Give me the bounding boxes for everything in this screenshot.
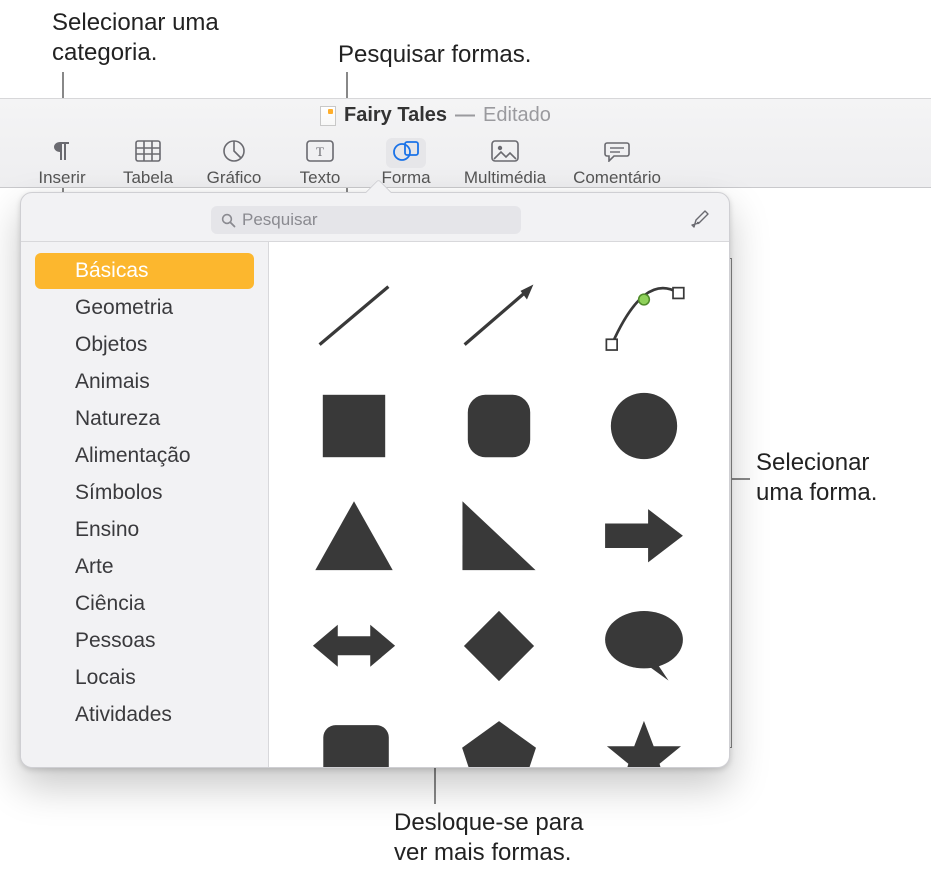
sidebar-item-basicas[interactable]: Básicas (35, 253, 254, 289)
sidebar-item-natureza[interactable]: Natureza (35, 401, 254, 437)
shape-star[interactable] (599, 716, 689, 767)
shape-square[interactable] (309, 386, 399, 466)
toolbar-texto[interactable]: T Texto (278, 134, 362, 188)
shape-speech-bubble[interactable] (599, 606, 689, 686)
shape-rounded-square[interactable] (454, 386, 544, 466)
sidebar-item-ensino[interactable]: Ensino (35, 512, 254, 548)
toolbar-label: Gráfico (192, 168, 276, 188)
sidebar-item-ciencia[interactable]: Ciência (35, 586, 254, 622)
doc-icon (320, 106, 336, 126)
shape-triangle[interactable] (309, 496, 399, 576)
sidebar-item-alimentacao[interactable]: Alimentação (35, 438, 254, 474)
shape-callout-square[interactable] (309, 716, 399, 767)
title-separator: — (455, 104, 475, 127)
document-status: Editado (483, 104, 551, 127)
pen-nib-icon (690, 209, 712, 231)
shape-arrow-right[interactable] (599, 496, 689, 576)
textbox-icon: T (306, 140, 334, 167)
shapes-grid-area[interactable] (269, 242, 729, 767)
toolbar-grafico[interactable]: Gráfico (192, 134, 276, 188)
magnify-icon (221, 213, 236, 228)
toolbar-inserir[interactable]: Inserir (20, 134, 104, 188)
sidebar-item-simbolos[interactable]: Símbolos (35, 475, 254, 511)
image-icon (491, 140, 519, 167)
shape-arrow-bidirectional[interactable] (309, 606, 399, 686)
toolbar-buttons: Inserir Tabela Gráfico T Texto Forma Mul… (20, 134, 672, 188)
draw-shape-button[interactable] (687, 206, 715, 234)
sidebar-item-arte[interactable]: Arte (35, 549, 254, 585)
paragraph-icon (50, 140, 74, 167)
toolbar-label: Texto (278, 168, 362, 188)
callout-search-shapes: Pesquisar formas. (338, 40, 531, 70)
chart-pie-icon (222, 139, 246, 168)
shape-pentagon[interactable] (454, 716, 544, 767)
search-placeholder: Pesquisar (242, 210, 318, 230)
shape-right-triangle[interactable] (454, 496, 544, 576)
sidebar-item-geometria[interactable]: Geometria (35, 290, 254, 326)
shapes-popover: Pesquisar Básicas Geometria Objetos Anim… (20, 192, 730, 768)
callout-select-shape: Selecionar uma forma. (756, 448, 877, 508)
toolbar-comentario[interactable]: Comentário (562, 134, 672, 188)
shape-icon (392, 139, 420, 168)
search-input[interactable]: Pesquisar (211, 206, 521, 234)
comment-icon (604, 140, 630, 167)
callout-scroll-more: Desloque-se para ver mais formas. (394, 808, 583, 868)
sidebar-item-locais[interactable]: Locais (35, 660, 254, 696)
shapes-grid (299, 268, 699, 767)
shape-circle[interactable] (599, 386, 689, 466)
toolbar-multimedia[interactable]: Multimédia (450, 134, 560, 188)
toolbar-tabela[interactable]: Tabela (106, 134, 190, 188)
sidebar-item-objetos[interactable]: Objetos (35, 327, 254, 363)
shape-bezier-curve[interactable] (599, 276, 689, 356)
document-name: Fairy Tales (344, 104, 447, 127)
sidebar-item-pessoas[interactable]: Pessoas (35, 623, 254, 659)
toolbar-label: Multimédia (450, 168, 560, 188)
category-sidebar: Básicas Geometria Objetos Animais Nature… (21, 242, 269, 767)
shape-line[interactable] (309, 276, 399, 356)
popover-header: Pesquisar (21, 203, 729, 237)
callout-line (732, 478, 750, 480)
callout-select-category: Selecionar uma categoria. (52, 8, 219, 68)
toolbar-label: Comentário (562, 168, 672, 188)
toolbar-label: Inserir (20, 168, 104, 188)
sidebar-item-atividades[interactable]: Atividades (35, 697, 254, 733)
svg-text:T: T (316, 144, 324, 159)
shape-diamond[interactable] (454, 606, 544, 686)
table-icon (135, 140, 161, 167)
window-title: Fairy Tales — Editado (320, 104, 551, 127)
toolbar-label: Tabela (106, 168, 190, 188)
sidebar-item-animais[interactable]: Animais (35, 364, 254, 400)
shape-arrow-line[interactable] (454, 276, 544, 356)
